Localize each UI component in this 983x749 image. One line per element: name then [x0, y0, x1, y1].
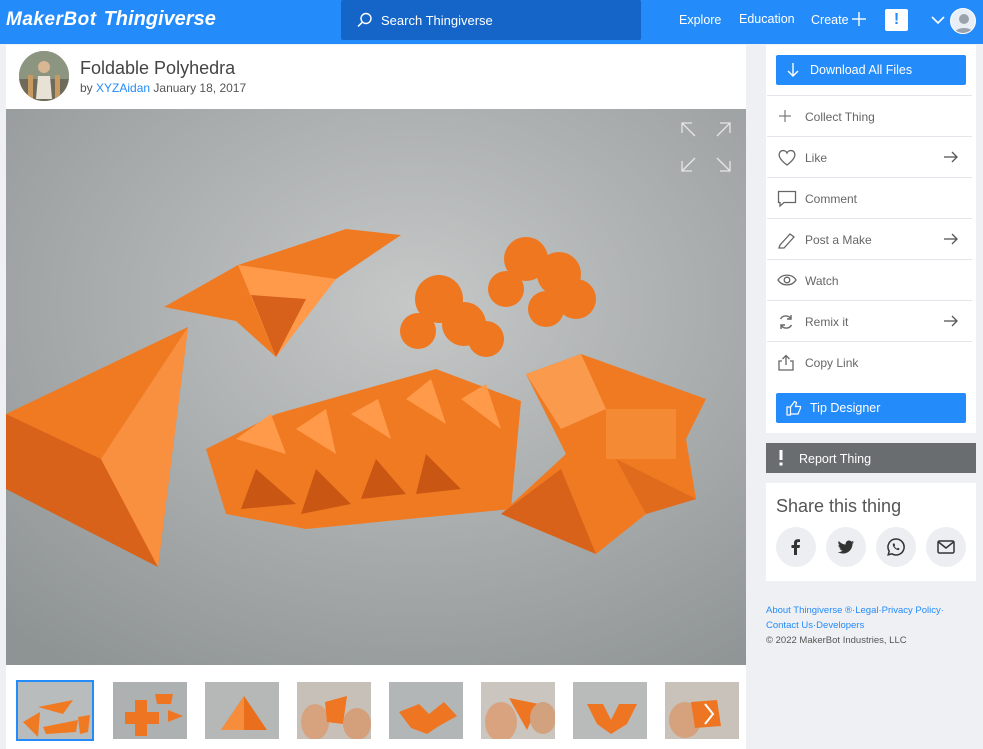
footer-copyright: © 2022 MakerBot Industries, LLC: [766, 635, 907, 646]
thumbnail[interactable]: [205, 682, 279, 739]
share-whatsapp-button[interactable]: [876, 527, 916, 567]
watch-action[interactable]: Watch: [767, 259, 972, 300]
action-label: Copy Link: [805, 356, 859, 370]
thing-detail-card: Foldable Polyhedra by XYZAidan January 1…: [6, 45, 746, 749]
twitter-icon: [837, 540, 854, 554]
report-thing-button[interactable]: Report Thing: [766, 443, 976, 473]
search-bar[interactable]: Search Thingiverse: [341, 0, 641, 40]
thumbnail[interactable]: [113, 682, 187, 739]
email-icon: [937, 540, 955, 554]
share-twitter-button[interactable]: [826, 527, 866, 567]
nav-explore[interactable]: Explore: [679, 13, 721, 27]
comment-icon: [777, 190, 797, 208]
thumbnail[interactable]: [389, 682, 463, 739]
facebook-icon: [791, 539, 800, 555]
download-all-files-button[interactable]: Download All Files: [776, 55, 966, 85]
comment-action[interactable]: Comment: [767, 177, 972, 218]
footer-developers-link[interactable]: Developers: [816, 620, 864, 631]
heart-icon: [778, 149, 796, 166]
creator-avatar[interactable]: [19, 51, 69, 101]
share-facebook-button[interactable]: [776, 527, 816, 567]
footer-privacy-link[interactable]: Privacy Policy: [882, 605, 941, 616]
footer-separator: ·: [940, 605, 944, 616]
share-icon: [778, 354, 794, 371]
user-avatar[interactable]: [950, 8, 976, 34]
publish-date: January 18, 2017: [153, 81, 247, 95]
thumbnail[interactable]: [16, 680, 94, 741]
like-action[interactable]: Like: [767, 136, 972, 177]
chevron-down-icon[interactable]: [931, 15, 945, 25]
logo-makerbot-text: MakerBot: [6, 9, 97, 30]
remix-action[interactable]: Remix it: [767, 300, 972, 341]
search-input[interactable]: Search Thingiverse: [381, 13, 493, 28]
thumbnail[interactable]: [665, 682, 739, 739]
thumbnail[interactable]: [297, 682, 371, 739]
main-photo[interactable]: [6, 109, 746, 665]
notifications-button[interactable]: !: [885, 9, 908, 31]
nav-education[interactable]: Education: [739, 12, 795, 26]
search-icon: [357, 12, 372, 28]
download-icon: [787, 63, 799, 77]
logo-thingiverse-text: Thingiverse: [103, 8, 216, 30]
creator-photo: [19, 51, 69, 101]
share-title: Share this thing: [776, 496, 902, 516]
arrow-right-icon: [944, 315, 958, 327]
report-label: Report Thing: [799, 452, 872, 466]
action-label: Comment: [805, 192, 858, 206]
plus-icon: [779, 110, 791, 122]
tip-designer-button[interactable]: Tip Designer: [776, 393, 966, 423]
action-label: Remix it: [805, 315, 849, 329]
whatsapp-icon: [887, 538, 905, 556]
makerbot-thingiverse-logo[interactable]: MakerBot Thingiverse: [6, 8, 216, 34]
foldable-polyhedra-photo: [6, 109, 746, 665]
pen-icon: [778, 233, 795, 249]
footer-links-row-1: About Thingiverse ®·Legal·Privacy Policy…: [766, 603, 976, 618]
action-label: Collect Thing: [805, 110, 875, 124]
author-link[interactable]: XYZAidan: [96, 81, 150, 95]
create-plus-icon[interactable]: [851, 11, 867, 27]
collect-thing-action[interactable]: Collect Thing: [767, 95, 972, 136]
arrow-right-icon: [944, 151, 958, 163]
thumbnail[interactable]: [481, 682, 555, 739]
footer-contact-link[interactable]: Contact Us: [766, 620, 813, 631]
thumbs-up-icon: [786, 400, 802, 416]
action-label: Post a Make: [805, 233, 872, 247]
footer: About Thingiverse ®·Legal·Privacy Policy…: [766, 603, 976, 648]
nav-create[interactable]: Create: [811, 13, 849, 27]
arrow-right-icon: [944, 233, 958, 245]
footer-links-row-2: Contact Us·Developers: [766, 618, 976, 633]
share-panel: Share this thing: [766, 483, 976, 581]
expand-fullscreen-icon[interactable]: [680, 121, 732, 173]
share-email-button[interactable]: [926, 527, 966, 567]
byline: by XYZAidan January 18, 2017: [80, 81, 246, 95]
footer-about-link[interactable]: About Thingiverse ®: [766, 605, 852, 616]
actions-sidebar: Download All Files Collect Thing Like Co…: [766, 45, 976, 433]
action-label: Like: [805, 151, 828, 165]
thumbnail[interactable]: [573, 682, 647, 739]
byline-prefix: by: [80, 81, 93, 95]
action-label: Watch: [805, 274, 839, 288]
copy-link-action[interactable]: Copy Link: [767, 341, 972, 382]
exclamation-icon: [779, 450, 783, 466]
footer-legal-link[interactable]: Legal: [855, 605, 878, 616]
thing-title: Foldable Polyhedra: [80, 58, 236, 78]
eye-icon: [777, 274, 797, 286]
top-navigation-bar: MakerBot Thingiverse Search Thingiverse …: [0, 0, 983, 44]
download-label: Download All Files: [810, 63, 913, 77]
post-a-make-action[interactable]: Post a Make: [767, 218, 972, 259]
remix-icon: [779, 315, 793, 329]
user-icon: [954, 14, 974, 33]
thumbnail-strip: [16, 680, 740, 742]
tip-designer-label: Tip Designer: [810, 401, 881, 415]
